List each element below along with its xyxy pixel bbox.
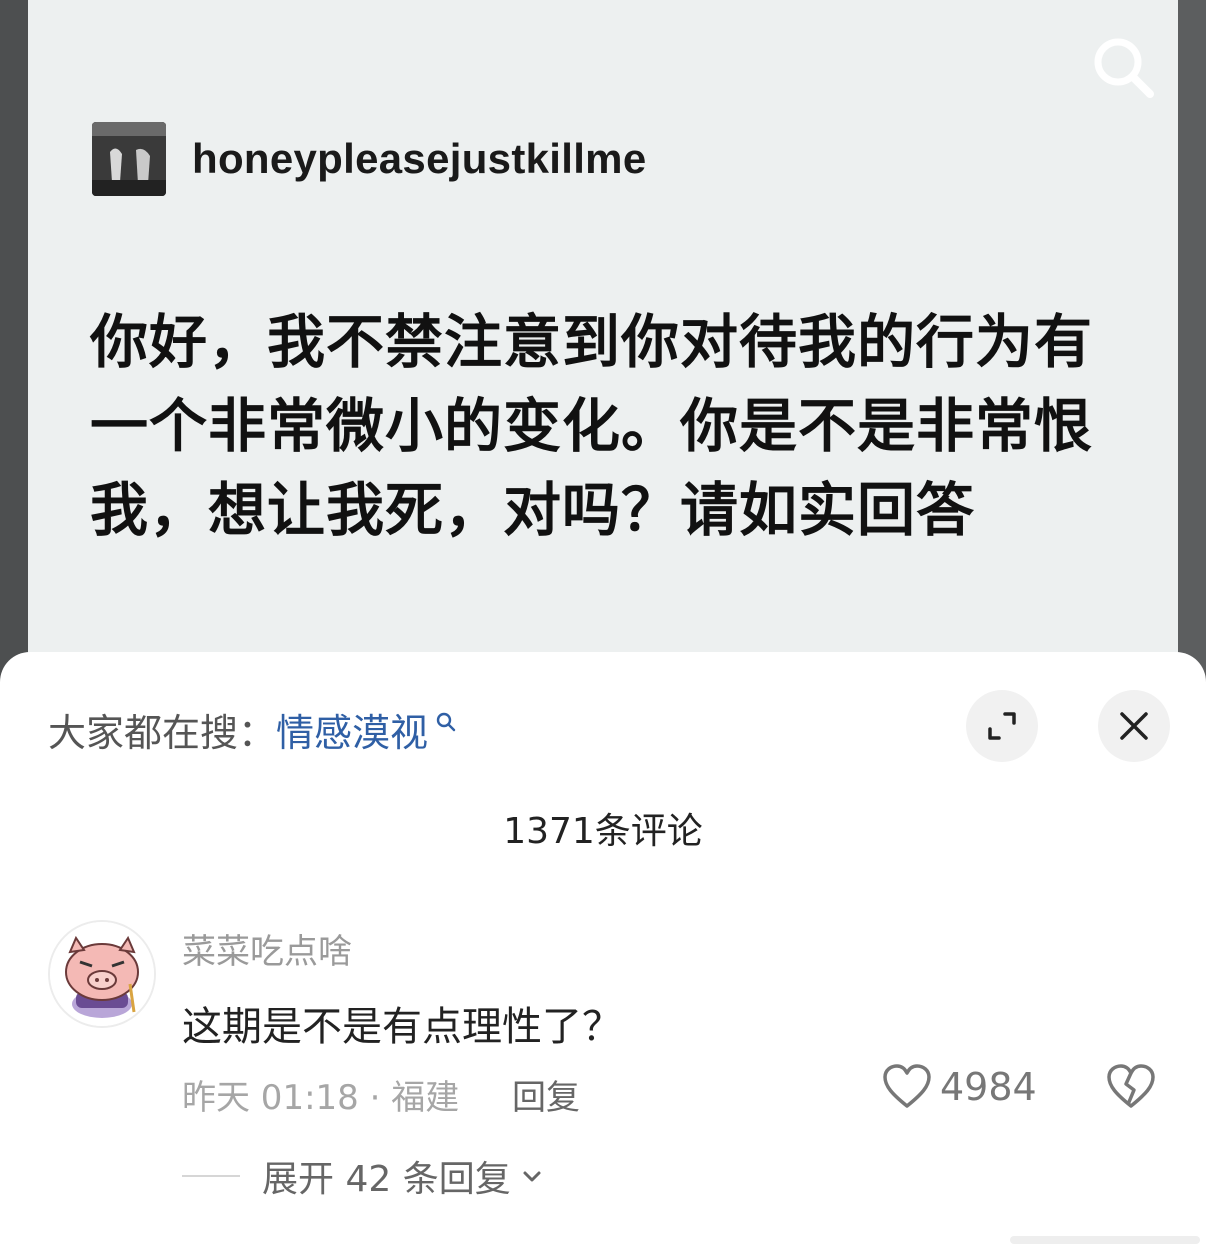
commenter-avatar[interactable]	[48, 920, 156, 1028]
comment-text: 这期是不是有点理性了？	[182, 1004, 622, 1050]
comment-meta: 昨天 01:18 · 福建	[182, 1078, 460, 1118]
expand-divider	[182, 1175, 240, 1177]
search-button[interactable]	[1088, 32, 1158, 102]
expand-replies-label: 展开 42 条回复	[262, 1159, 511, 1200]
trending-search-icon	[436, 712, 456, 731]
comment-count: 1371条评论	[503, 811, 703, 852]
post-image: honeypleasejustkillme 你好，我不禁注意到你对待我的行为有一…	[28, 0, 1178, 700]
trending-search[interactable]: 大家都在搜： 情感漠视	[48, 702, 458, 757]
close-button[interactable]	[1098, 690, 1170, 762]
reply-button[interactable]: 回复	[512, 1070, 580, 1119]
trending-keyword[interactable]: 情感漠视	[276, 702, 428, 757]
dislike-button[interactable]	[1106, 1064, 1156, 1114]
trending-label: 大家都在搜：	[48, 711, 277, 755]
close-icon	[1120, 712, 1148, 740]
expand-icon	[988, 712, 1016, 740]
post-author-name: honeypleasejustkillme	[192, 135, 647, 182]
comments-sheet: 大家都在搜： 情感漠视 1371条评论 菜菜吃点啥 这期是不是有点理性了？ 昨天…	[0, 652, 1206, 1252]
chevron-down-icon	[523, 1171, 541, 1182]
broken-heart-icon	[1107, 1064, 1155, 1108]
like-count: 4984	[940, 1065, 1037, 1109]
post-author-avatar	[92, 122, 166, 196]
like-button[interactable]: 4984	[882, 1064, 1037, 1110]
expand-replies-button[interactable]: 展开 42 条回复	[182, 1150, 545, 1202]
video-border-right	[1178, 0, 1206, 700]
comment-item: 菜菜吃点啥 这期是不是有点理性了？ 昨天 01:18 · 福建 回复 4984 …	[48, 920, 1178, 1220]
expand-button[interactable]	[966, 690, 1038, 762]
search-icon	[1094, 38, 1154, 98]
video-border-left	[0, 0, 28, 700]
post-author-row: honeypleasejustkillme	[92, 122, 646, 196]
post-text: 你好，我不禁注意到你对待我的行为有一个非常微小的变化。你是不是非常恨我，想让我死…	[90, 308, 1094, 544]
screen: honeypleasejustkillme 你好，我不禁注意到你对待我的行为有一…	[0, 0, 1206, 1252]
scroll-indicator	[1010, 1236, 1200, 1244]
heart-icon	[883, 1064, 931, 1108]
commenter-name[interactable]: 菜菜吃点啥	[182, 924, 352, 973]
